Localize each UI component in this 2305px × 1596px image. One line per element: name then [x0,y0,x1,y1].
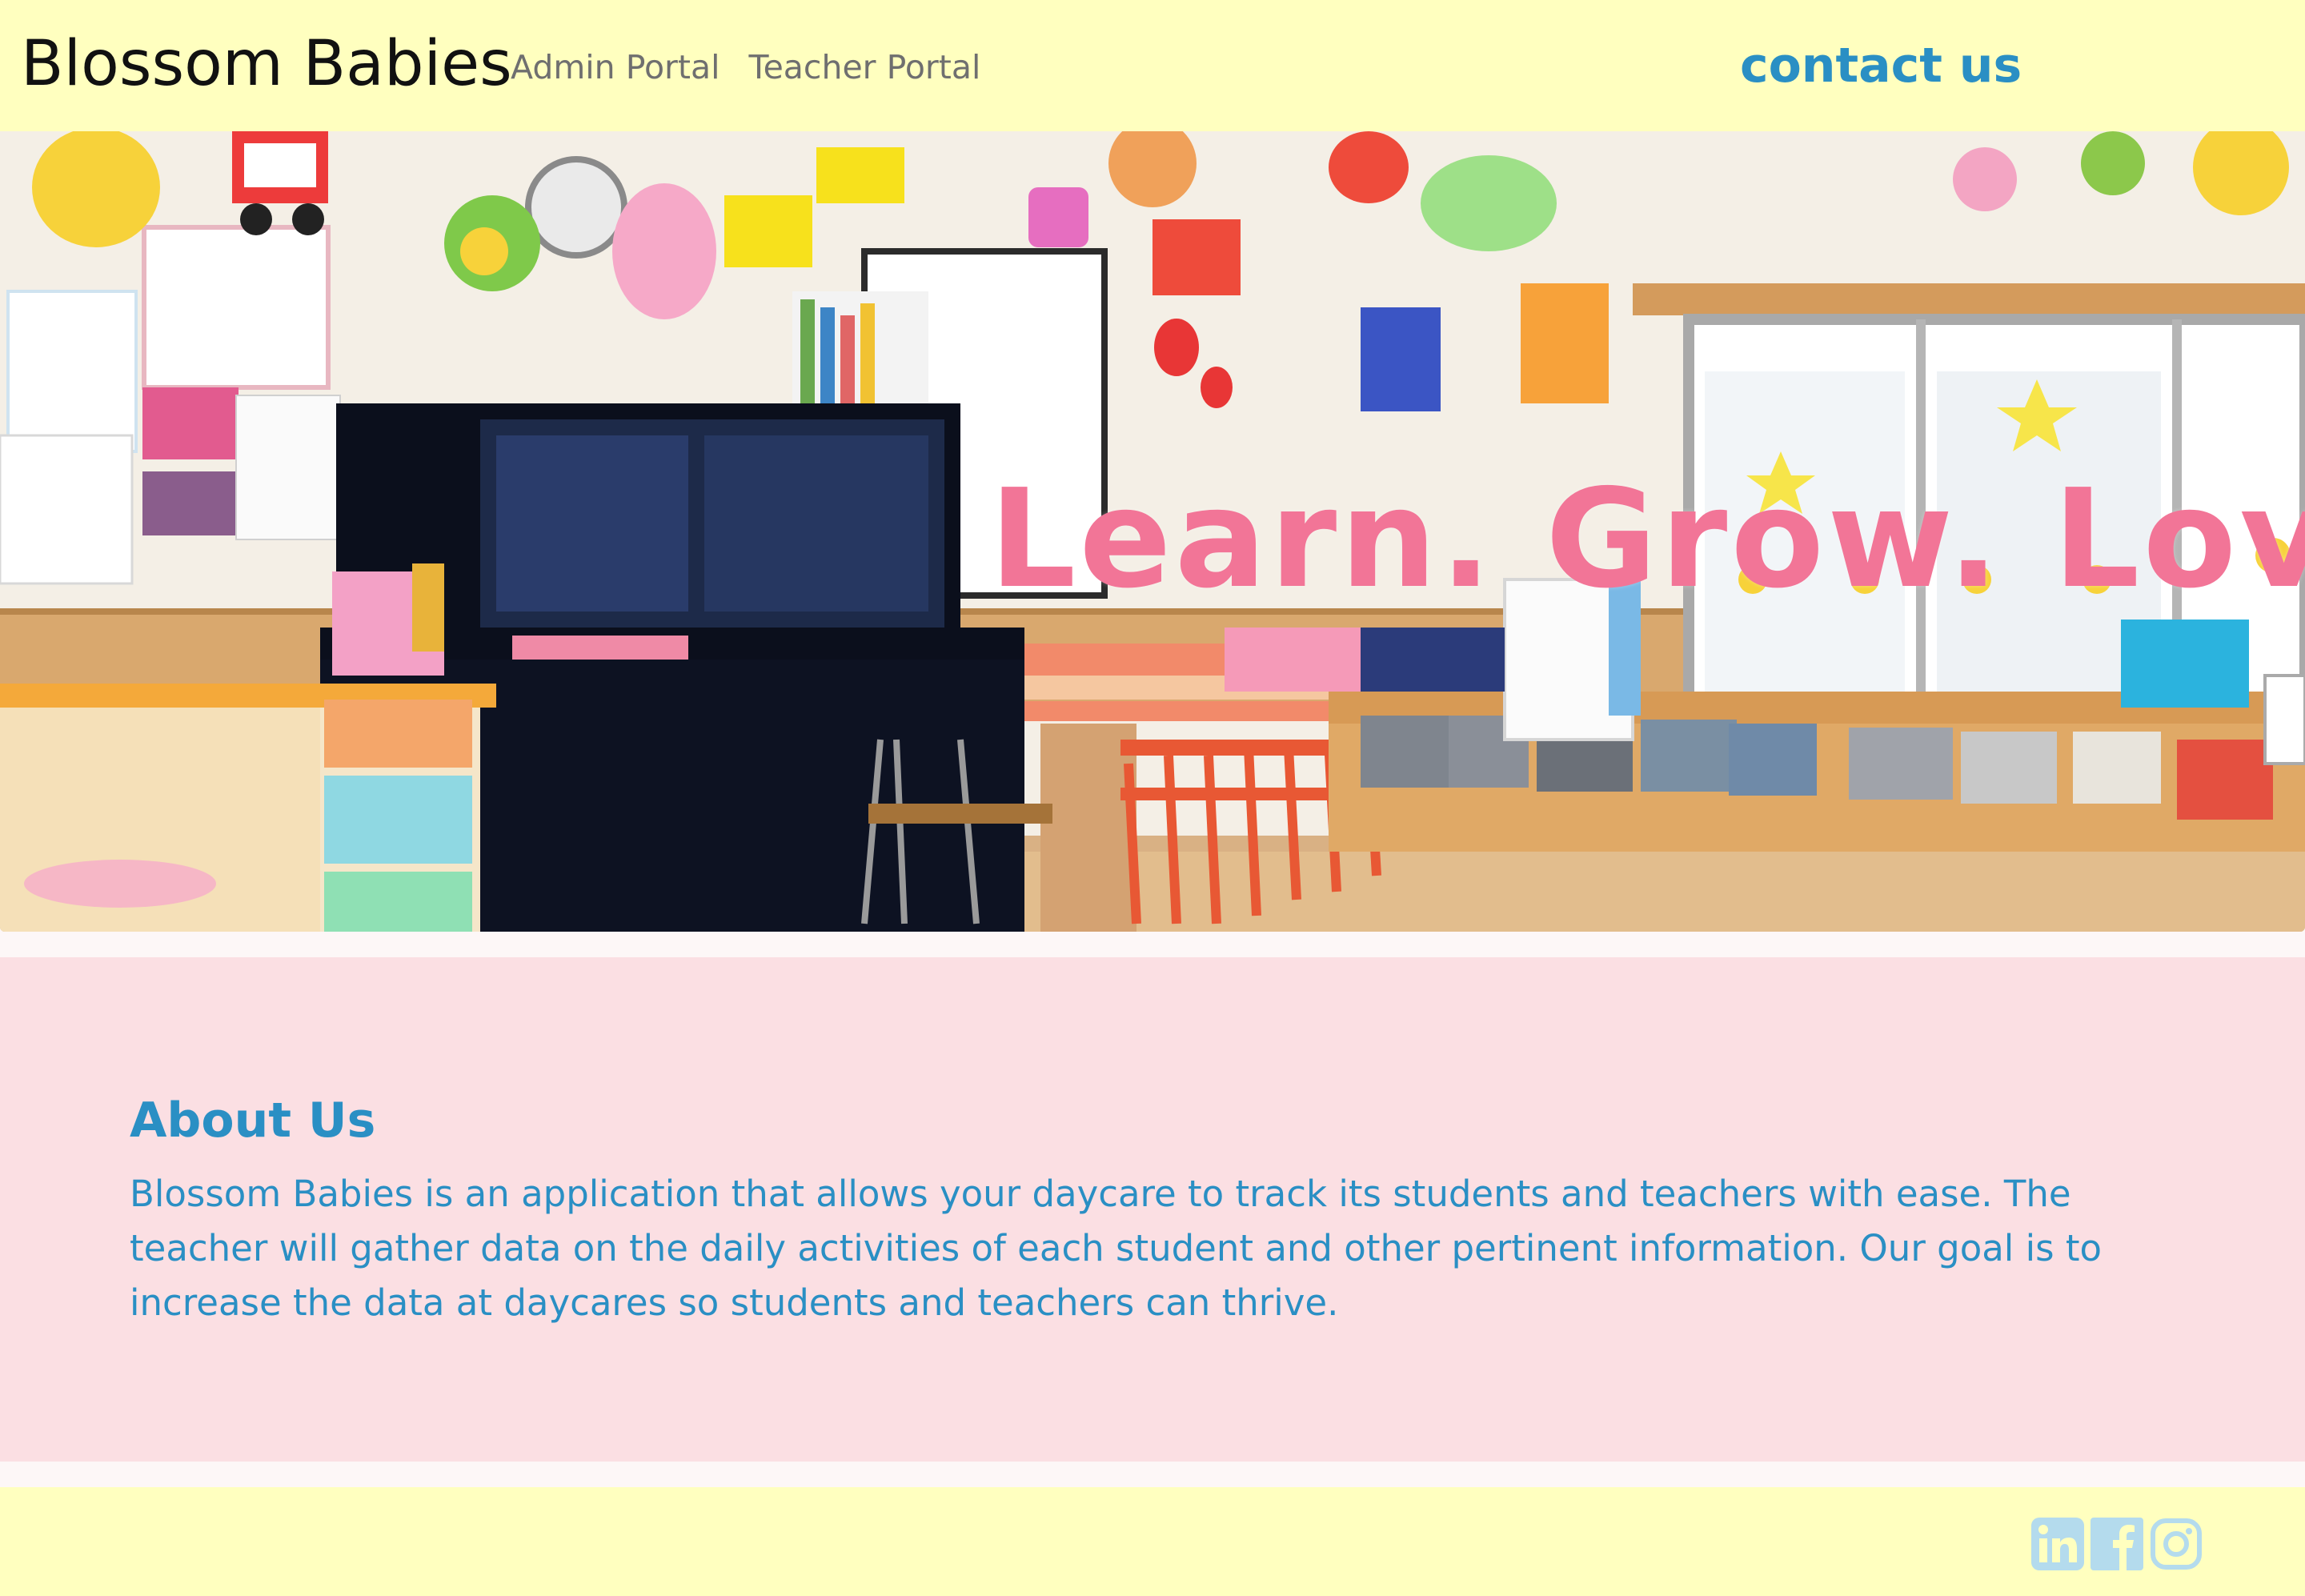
instagram-icon[interactable] [2148,1516,2204,1572]
about-body: Blossom Babies is an application that al… [130,1173,2103,1324]
footer [0,1487,2305,1596]
hero-banner: Learn. Grow. Love. [0,131,2305,932]
facebook-icon[interactable] [2089,1516,2145,1572]
hero-tagline: Learn. Grow. Love. [989,460,2305,619]
linkedin-icon[interactable] [2030,1516,2086,1572]
brand-logo-text[interactable]: Blossom Babies [21,26,512,102]
about-title: About Us [130,1093,376,1149]
social-links [2030,1516,2204,1572]
about-section: About Us Blossom Babies is an applicatio… [0,957,2305,1462]
contact-us-link[interactable]: contact us [1740,35,2022,96]
top-navbar: Blossom Babies Admin Portal Teacher Port… [0,0,2305,131]
nav-links: Admin Portal Teacher Portal [511,45,980,90]
nav-link-admin-portal[interactable]: Admin Portal [511,45,720,90]
nav-link-teacher-portal[interactable]: Teacher Portal [749,45,981,90]
